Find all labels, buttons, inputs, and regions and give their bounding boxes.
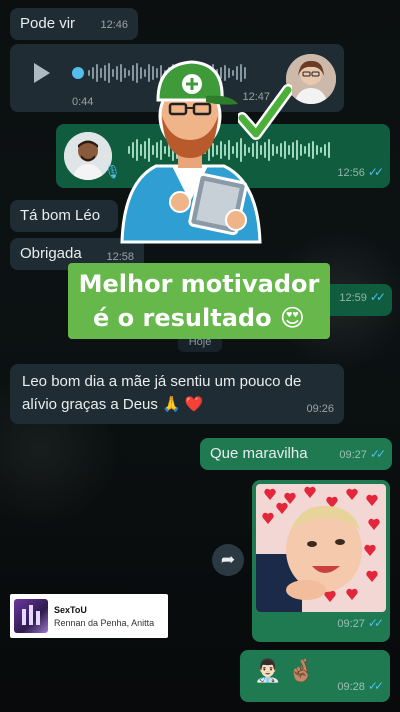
message-text: Pode vir	[20, 15, 76, 32]
song-title: SexToU	[54, 604, 87, 615]
double-check-icon: ✓✓	[367, 165, 384, 179]
message-time: 09:26	[306, 403, 334, 415]
music-sticker[interactable]: SexToU Rennan da Penha, Anitta	[10, 594, 168, 638]
message-time: 09:28 ✓✓	[337, 676, 384, 697]
promo-line-1: Melhor motivador	[78, 270, 320, 298]
checkmark-icon	[238, 84, 292, 140]
promo-line-2: é o resultado 😍	[93, 304, 305, 332]
message-incoming[interactable]: Leo bom dia a mãe já sentiu um pouco de …	[10, 364, 344, 424]
message-outgoing[interactable]: 👨🏻‍⚕️ 🤞🏽 09:28 ✓✓	[240, 650, 390, 702]
message-time: 12:46	[100, 19, 128, 31]
message-text: Leo bom dia a mãe já sentiu um pouco de …	[22, 373, 302, 413]
forward-icon[interactable]: ➦	[212, 544, 244, 576]
message-incoming[interactable]: Tá bom Léo	[10, 200, 118, 232]
farmer-cartoon-illustration	[120, 60, 262, 244]
message-text: Tá bom Léo	[20, 207, 101, 224]
message-text: 👨🏻‍⚕️ 🤞🏽	[254, 658, 315, 683]
playback-knob[interactable]	[72, 67, 84, 79]
double-check-icon: ✓✓	[367, 679, 384, 693]
voice-duration: 0:44	[72, 96, 94, 108]
message-text: Obrigada	[20, 245, 82, 262]
promo-banner: Melhor motivador é o resultado 😍	[68, 263, 330, 339]
image-message-outgoing[interactable]: 09:27 ✓✓	[252, 480, 390, 642]
album-art	[14, 599, 48, 633]
double-check-icon: ✓✓	[369, 447, 386, 461]
double-check-icon: ✓✓	[369, 290, 386, 304]
message-time: 12:56 ✓✓	[337, 162, 384, 183]
message-outgoing[interactable]: Que maravilha 09:27 ✓✓	[200, 438, 392, 470]
child-photo[interactable]	[256, 484, 386, 612]
avatar[interactable]	[286, 54, 336, 104]
message-incoming[interactable]: Pode vir 12:46	[10, 8, 138, 40]
message-outgoing[interactable]: 12:59 ✓✓	[320, 284, 392, 316]
message-time: 12:59 ✓✓	[339, 287, 386, 308]
message-time: 09:27 ✓✓	[339, 444, 386, 465]
double-check-icon: ✓✓	[367, 616, 384, 630]
song-artist: Rennan da Penha, Anitta	[54, 617, 155, 628]
message-time: 09:27 ✓✓	[337, 613, 384, 634]
message-text: Que maravilha	[210, 445, 308, 462]
play-icon[interactable]	[34, 63, 50, 83]
